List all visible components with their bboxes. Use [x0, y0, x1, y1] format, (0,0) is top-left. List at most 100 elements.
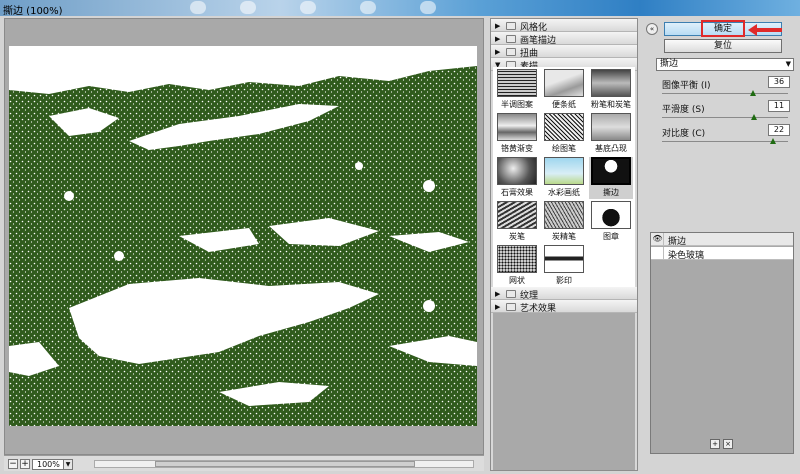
filter-label: 粉笔和炭笔 — [591, 100, 631, 109]
filter-torn-edges[interactable]: 撕边 — [589, 157, 633, 199]
filter-thumbnail-image — [591, 157, 631, 185]
param-contrast: 对比度 (C) 22 — [656, 124, 794, 150]
expand-arrow-icon: ▶ — [495, 290, 501, 298]
reset-button[interactable]: 复位 — [664, 39, 782, 53]
delete-layer-icon[interactable]: × — [723, 439, 733, 449]
filter-label: 便条纸 — [552, 100, 576, 109]
slider-handle[interactable] — [749, 90, 756, 96]
expand-arrow-icon: ▶ — [495, 35, 501, 43]
layer-label: 染色玻璃 — [668, 251, 705, 261]
folder-icon — [506, 303, 516, 311]
filter-thumbnail-image — [591, 113, 631, 141]
filter-photocopy[interactable]: 影印 — [542, 245, 586, 287]
filter-select[interactable]: 撕边 ▼ — [656, 58, 794, 71]
filter-halftone-pattern[interactable]: 半调图案 — [495, 69, 539, 111]
category-brush-strokes[interactable]: ▶ 画笔描边 — [491, 32, 637, 46]
filter-water-paper[interactable]: 水彩画纸 — [542, 157, 586, 199]
filter-graphic-pen[interactable]: 绘图笔 — [542, 113, 586, 155]
filter-label: 石膏效果 — [501, 188, 533, 197]
filter-label: 图章 — [603, 232, 619, 241]
eye-hidden-icon[interactable] — [652, 247, 664, 259]
filter-plaster[interactable]: 石膏效果 — [495, 157, 539, 199]
filter-label: 半调图案 — [501, 100, 533, 109]
window-title-bar[interactable]: 撕边 (100%) — [0, 0, 800, 17]
filter-thumbnail-image — [544, 113, 584, 141]
effect-layer-stained-glass[interactable]: 染色玻璃 — [651, 247, 793, 261]
filter-label: 铬黄渐变 — [501, 144, 533, 153]
settings-panel: « 确定 复位 撕边 ▼ 图像平衡 (I) 36 平滑度 (S) 11 对比度 … — [644, 18, 798, 471]
filter-thumbnail-image — [497, 201, 537, 229]
param-label: 图像平衡 (I) — [662, 81, 711, 91]
zoom-out-button[interactable]: − — [8, 459, 18, 469]
category-artistic[interactable]: ▶ 艺术效果 — [491, 300, 637, 314]
slider-handle[interactable] — [750, 114, 757, 120]
filter-label: 炭精笔 — [552, 232, 576, 241]
param-value-field[interactable]: 22 — [768, 124, 790, 136]
layer-label: 撕边 — [668, 237, 687, 247]
filter-label: 影印 — [556, 276, 572, 285]
category-stylize[interactable]: ▶ 风格化 — [491, 19, 637, 33]
window-title: 撕边 (100%) — [3, 6, 63, 17]
zoom-level-field[interactable]: 100% — [32, 459, 64, 470]
effect-layers-list: 👁 撕边 染色玻璃 — [650, 232, 794, 454]
filter-chrome[interactable]: 铬黄渐变 — [495, 113, 539, 155]
expand-arrow-icon: ▶ — [495, 22, 501, 30]
taskbar-icon — [420, 1, 436, 14]
filter-chalk-charcoal[interactable]: 粉笔和炭笔 — [589, 69, 633, 111]
filter-thumbnail-image — [544, 157, 584, 185]
filter-stamp[interactable]: 图章 — [589, 201, 633, 243]
param-label: 对比度 (C) — [662, 129, 706, 139]
horizontal-scrollbar[interactable] — [94, 460, 474, 468]
filter-reticulation[interactable]: 网状 — [495, 245, 539, 287]
category-distort[interactable]: ▶ 扭曲 — [491, 45, 637, 59]
new-effect-layer-icon[interactable]: + — [710, 439, 720, 449]
slider-track[interactable] — [662, 117, 788, 118]
filter-select-value: 撕边 — [660, 59, 679, 69]
param-label: 平滑度 (S) — [662, 105, 705, 115]
filter-thumbnail-image — [497, 69, 537, 97]
param-smoothness: 平滑度 (S) 11 — [656, 100, 794, 126]
param-value-field[interactable]: 11 — [768, 100, 790, 112]
gallery-empty-area — [493, 313, 635, 470]
zoom-dropdown-icon[interactable]: ▼ — [63, 459, 73, 470]
eye-icon[interactable]: 👁 — [652, 233, 664, 245]
category-texture[interactable]: ▶ 纹理 — [491, 287, 637, 301]
filter-label: 撕边 — [603, 188, 619, 197]
expand-arrow-icon: ▶ — [495, 303, 501, 311]
folder-icon — [506, 22, 516, 30]
effect-layer-torn-edges[interactable]: 👁 撕边 — [651, 233, 793, 247]
filter-note-paper[interactable]: 便条纸 — [542, 69, 586, 111]
filter-thumbnail-image — [591, 201, 631, 229]
filter-thumbnail-image — [497, 245, 537, 273]
zoom-in-button[interactable]: + — [20, 459, 30, 469]
taskbar-icon — [240, 1, 256, 14]
filter-label: 网状 — [509, 276, 525, 285]
filter-thumbnail-image — [544, 245, 584, 273]
preview-status-bar: − + 100% ▼ — [4, 455, 484, 471]
filter-conte-crayon[interactable]: 炭精笔 — [542, 201, 586, 243]
collapse-gallery-icon[interactable]: « — [646, 23, 658, 35]
filter-bas-relief[interactable]: 基底凸现 — [589, 113, 633, 155]
filter-label: 基底凸现 — [595, 144, 627, 153]
preview-canvas[interactable] — [9, 46, 477, 426]
scrollbar-thumb[interactable] — [155, 461, 415, 467]
filter-gallery: ▶ 风格化 ▶ 画笔描边 ▶ 扭曲 ▼ 素描 半调图案 便条纸 粉笔和炭笔 铬 — [490, 18, 638, 471]
filter-thumbnail-image — [544, 69, 584, 97]
taskbar-icon — [300, 1, 316, 14]
pointer-arrow-icon — [748, 24, 782, 36]
slider-track[interactable] — [662, 93, 788, 94]
filter-label: 绘图笔 — [552, 144, 576, 153]
param-value-field[interactable]: 36 — [768, 76, 790, 88]
filter-label: 水彩画纸 — [548, 188, 580, 197]
folder-icon — [506, 48, 516, 56]
torn-edges-preview-image — [9, 46, 477, 426]
filter-label: 炭笔 — [509, 232, 525, 241]
filter-charcoal[interactable]: 炭笔 — [495, 201, 539, 243]
taskbar-icon — [360, 1, 376, 14]
slider-handle[interactable] — [769, 138, 776, 144]
chevron-down-icon: ▼ — [785, 60, 791, 68]
filter-thumbnail-image — [497, 113, 537, 141]
preview-area[interactable] — [4, 18, 484, 455]
taskbar-icon — [190, 1, 206, 14]
folder-icon — [506, 290, 516, 298]
